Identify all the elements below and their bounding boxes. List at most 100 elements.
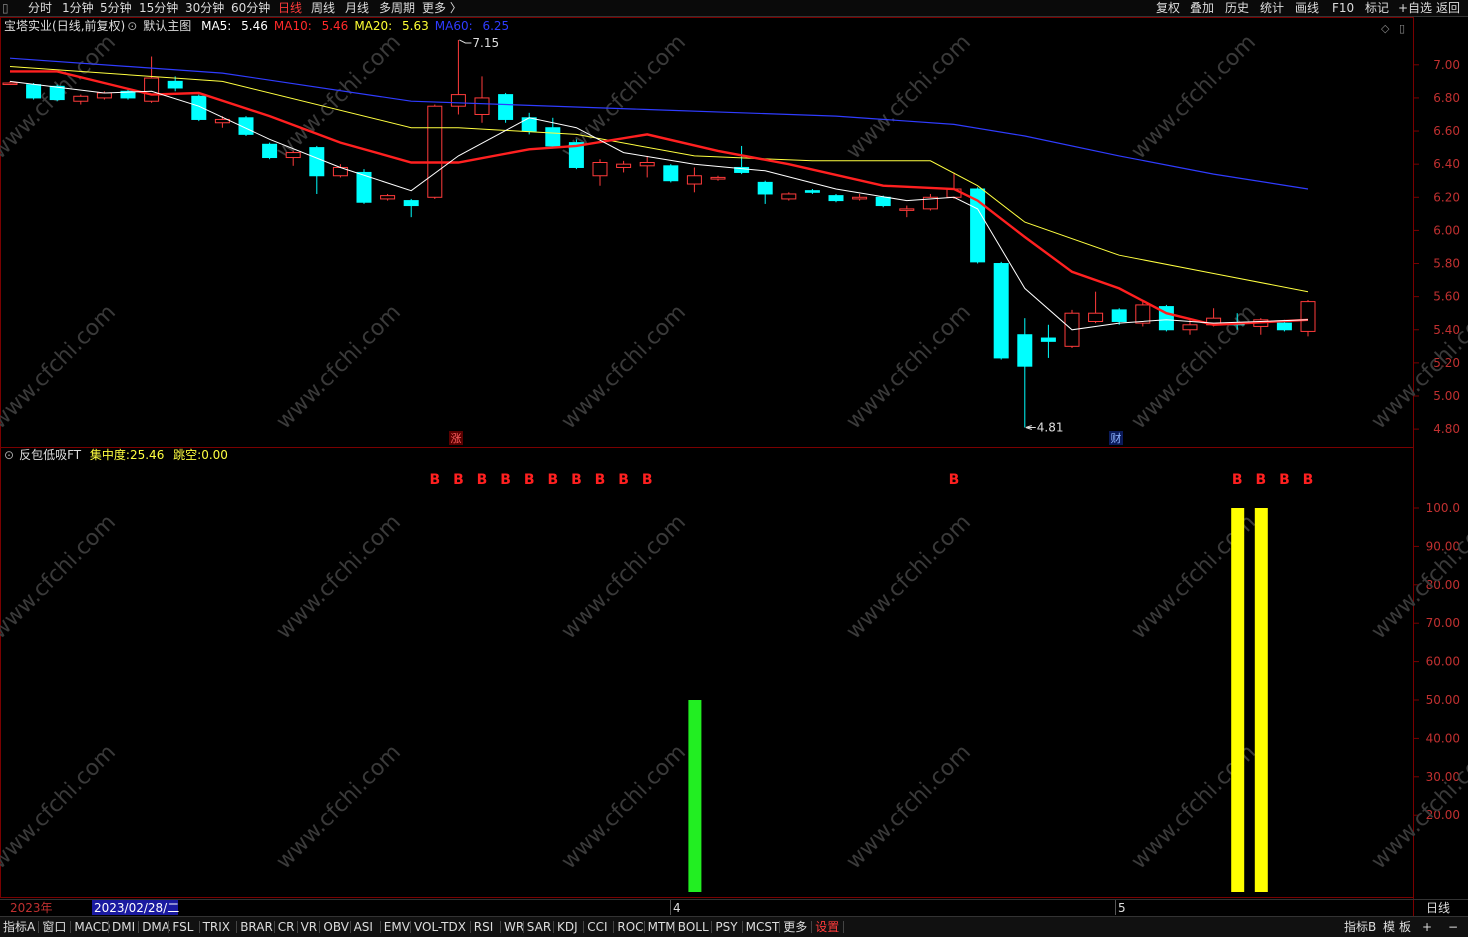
candlestick-chart[interactable]: 7.006.806.606.406.206.005.805.605.405.20… bbox=[0, 0, 1468, 936]
tab-separator bbox=[500, 921, 501, 933]
indicator-tab-0[interactable]: 指标A bbox=[3, 917, 35, 937]
panel-control-1[interactable]: 模 bbox=[1383, 917, 1395, 937]
indicator-tab-4[interactable]: DMA bbox=[142, 917, 170, 937]
candle-body bbox=[285, 152, 301, 159]
candle-body bbox=[1111, 309, 1127, 322]
indicator-tab-9[interactable]: VR bbox=[301, 917, 318, 937]
candle-body bbox=[686, 175, 702, 185]
tab-separator bbox=[583, 921, 585, 933]
price-tick-label: 6.60 bbox=[1433, 124, 1460, 138]
buy-signal-label: B bbox=[642, 472, 653, 488]
indicator-tick-label: 100.0 bbox=[1426, 501, 1460, 515]
timeline-year-label: 2023年 bbox=[10, 901, 53, 915]
indicator-tab-7[interactable]: BRAR bbox=[240, 917, 273, 937]
tab-separator bbox=[349, 921, 351, 933]
indicator-name[interactable]: 反包低吸FT bbox=[19, 448, 81, 462]
panel-control-4[interactable]: − bbox=[1448, 917, 1458, 937]
tab-separator bbox=[273, 921, 275, 933]
buy-signal-label: B bbox=[1303, 472, 1314, 488]
candle-body bbox=[993, 263, 1009, 359]
indicator-tab-20[interactable]: MTM bbox=[648, 917, 676, 937]
indicator-tab-23[interactable]: MCST bbox=[746, 917, 780, 937]
candle-body bbox=[592, 162, 608, 177]
candle-body bbox=[262, 143, 278, 159]
candle-body bbox=[144, 77, 160, 102]
indicator-tick-label: 60.00 bbox=[1426, 655, 1460, 669]
tab-separator bbox=[38, 921, 40, 933]
indicator-tab-25[interactable]: 设置 bbox=[815, 917, 839, 937]
event-marker-cai: 财 bbox=[1111, 431, 1122, 445]
watermark-text: www.cfchi.com bbox=[272, 510, 406, 644]
panel-control-0[interactable]: 指标B bbox=[1344, 917, 1376, 937]
indicator-tab-13[interactable]: VOL-TDX bbox=[414, 917, 466, 937]
price-tick-label: 6.00 bbox=[1433, 223, 1460, 237]
indicator-tab-3[interactable]: DMI bbox=[112, 917, 135, 937]
price-tick-label: 4.80 bbox=[1433, 422, 1460, 436]
candle-body bbox=[2, 82, 18, 86]
event-marker-zhang: 涨 bbox=[451, 432, 462, 445]
indicator-bar bbox=[688, 700, 702, 892]
indicator-tab-16[interactable]: SAR bbox=[527, 917, 551, 937]
watermark-text: www.cfchi.com bbox=[842, 30, 976, 164]
indicator-tab-5[interactable]: FSL bbox=[172, 917, 193, 937]
tab-separator bbox=[168, 921, 170, 933]
indicator-tab-11[interactable]: ASI bbox=[354, 917, 373, 937]
tab-separator bbox=[70, 921, 72, 933]
watermark-text: www.cfchi.com bbox=[842, 510, 976, 644]
indicator-tab-bar: 指标A 窗口 MACD DMI DMA FSL TRIX BRAR CR VR OBV ASI EMV V… bbox=[0, 916, 1468, 937]
tab-separator bbox=[108, 921, 109, 933]
tab-separator bbox=[410, 921, 411, 933]
candle-body bbox=[96, 92, 112, 99]
watermark-text: www.cfchi.com bbox=[557, 740, 691, 874]
indicator-tab-21[interactable]: BOLL bbox=[678, 917, 709, 937]
concentration-label: 集中度: bbox=[89, 448, 130, 462]
watermark-text: www.cfchi.com bbox=[1367, 740, 1468, 874]
tab-separator bbox=[296, 921, 298, 933]
tab-separator bbox=[643, 921, 645, 933]
panel-control-3[interactable]: + bbox=[1422, 917, 1432, 937]
indicator-tab-1[interactable]: 窗口 bbox=[42, 917, 66, 937]
indicator-tick-label: 50.00 bbox=[1426, 693, 1460, 707]
buy-signal-label: B bbox=[595, 472, 606, 488]
indicator-bar bbox=[1254, 508, 1268, 892]
watermark-text: www.cfchi.com bbox=[557, 300, 691, 434]
candle-body bbox=[757, 181, 773, 195]
tab-separator bbox=[741, 921, 743, 933]
panel-control-2[interactable]: 板 bbox=[1399, 917, 1411, 937]
tab-separator bbox=[711, 921, 713, 933]
indicator-tab-6[interactable]: TRIX bbox=[203, 917, 230, 937]
indicator-tab-12[interactable]: EMV bbox=[384, 917, 410, 937]
candle-body bbox=[1300, 301, 1316, 332]
indicator-tab-8[interactable]: CR bbox=[278, 917, 295, 937]
candle-body bbox=[167, 80, 183, 89]
watermark-text: www.cfchi.com bbox=[0, 740, 121, 874]
price-tick-label: 5.00 bbox=[1433, 389, 1460, 403]
indicator-tab-17[interactable]: KDJ bbox=[557, 917, 578, 937]
watermark-text: www.cfchi.com bbox=[1127, 30, 1261, 164]
month-label: 5 bbox=[1118, 901, 1126, 915]
indicator-tab-14[interactable]: RSI bbox=[474, 917, 494, 937]
indicator-tab-2[interactable]: MACD bbox=[74, 917, 110, 937]
candle-body bbox=[1182, 324, 1198, 331]
indicator-tab-18[interactable]: CCI bbox=[587, 917, 607, 937]
price-tick-label: 6.40 bbox=[1433, 157, 1460, 171]
candle-body bbox=[804, 190, 820, 193]
indicator-tab-15[interactable]: WR bbox=[504, 917, 524, 937]
buy-signal-label: B bbox=[949, 472, 960, 488]
candle-body bbox=[191, 95, 207, 120]
buy-signal-label: B bbox=[1255, 472, 1266, 488]
indicator-tab-10[interactable]: OBV bbox=[323, 917, 349, 937]
candle-body bbox=[616, 163, 632, 168]
candle-body bbox=[73, 95, 89, 102]
indicator-tab-22[interactable]: PSY bbox=[715, 917, 737, 937]
indicator-tab-19[interactable]: ROC bbox=[617, 917, 643, 937]
square-icon: ▯ bbox=[1399, 22, 1405, 35]
chevron-down-icon[interactable]: ⊙ bbox=[4, 448, 14, 462]
watermark-text: www.cfchi.com bbox=[842, 300, 976, 434]
high-pointer bbox=[459, 39, 472, 44]
tab-separator bbox=[673, 921, 675, 933]
watermark-text: www.cfchi.com bbox=[272, 300, 406, 434]
buy-signal-label: B bbox=[547, 472, 558, 488]
indicator-tab-24[interactable]: 更多 bbox=[783, 917, 807, 937]
candle-body bbox=[521, 117, 537, 132]
